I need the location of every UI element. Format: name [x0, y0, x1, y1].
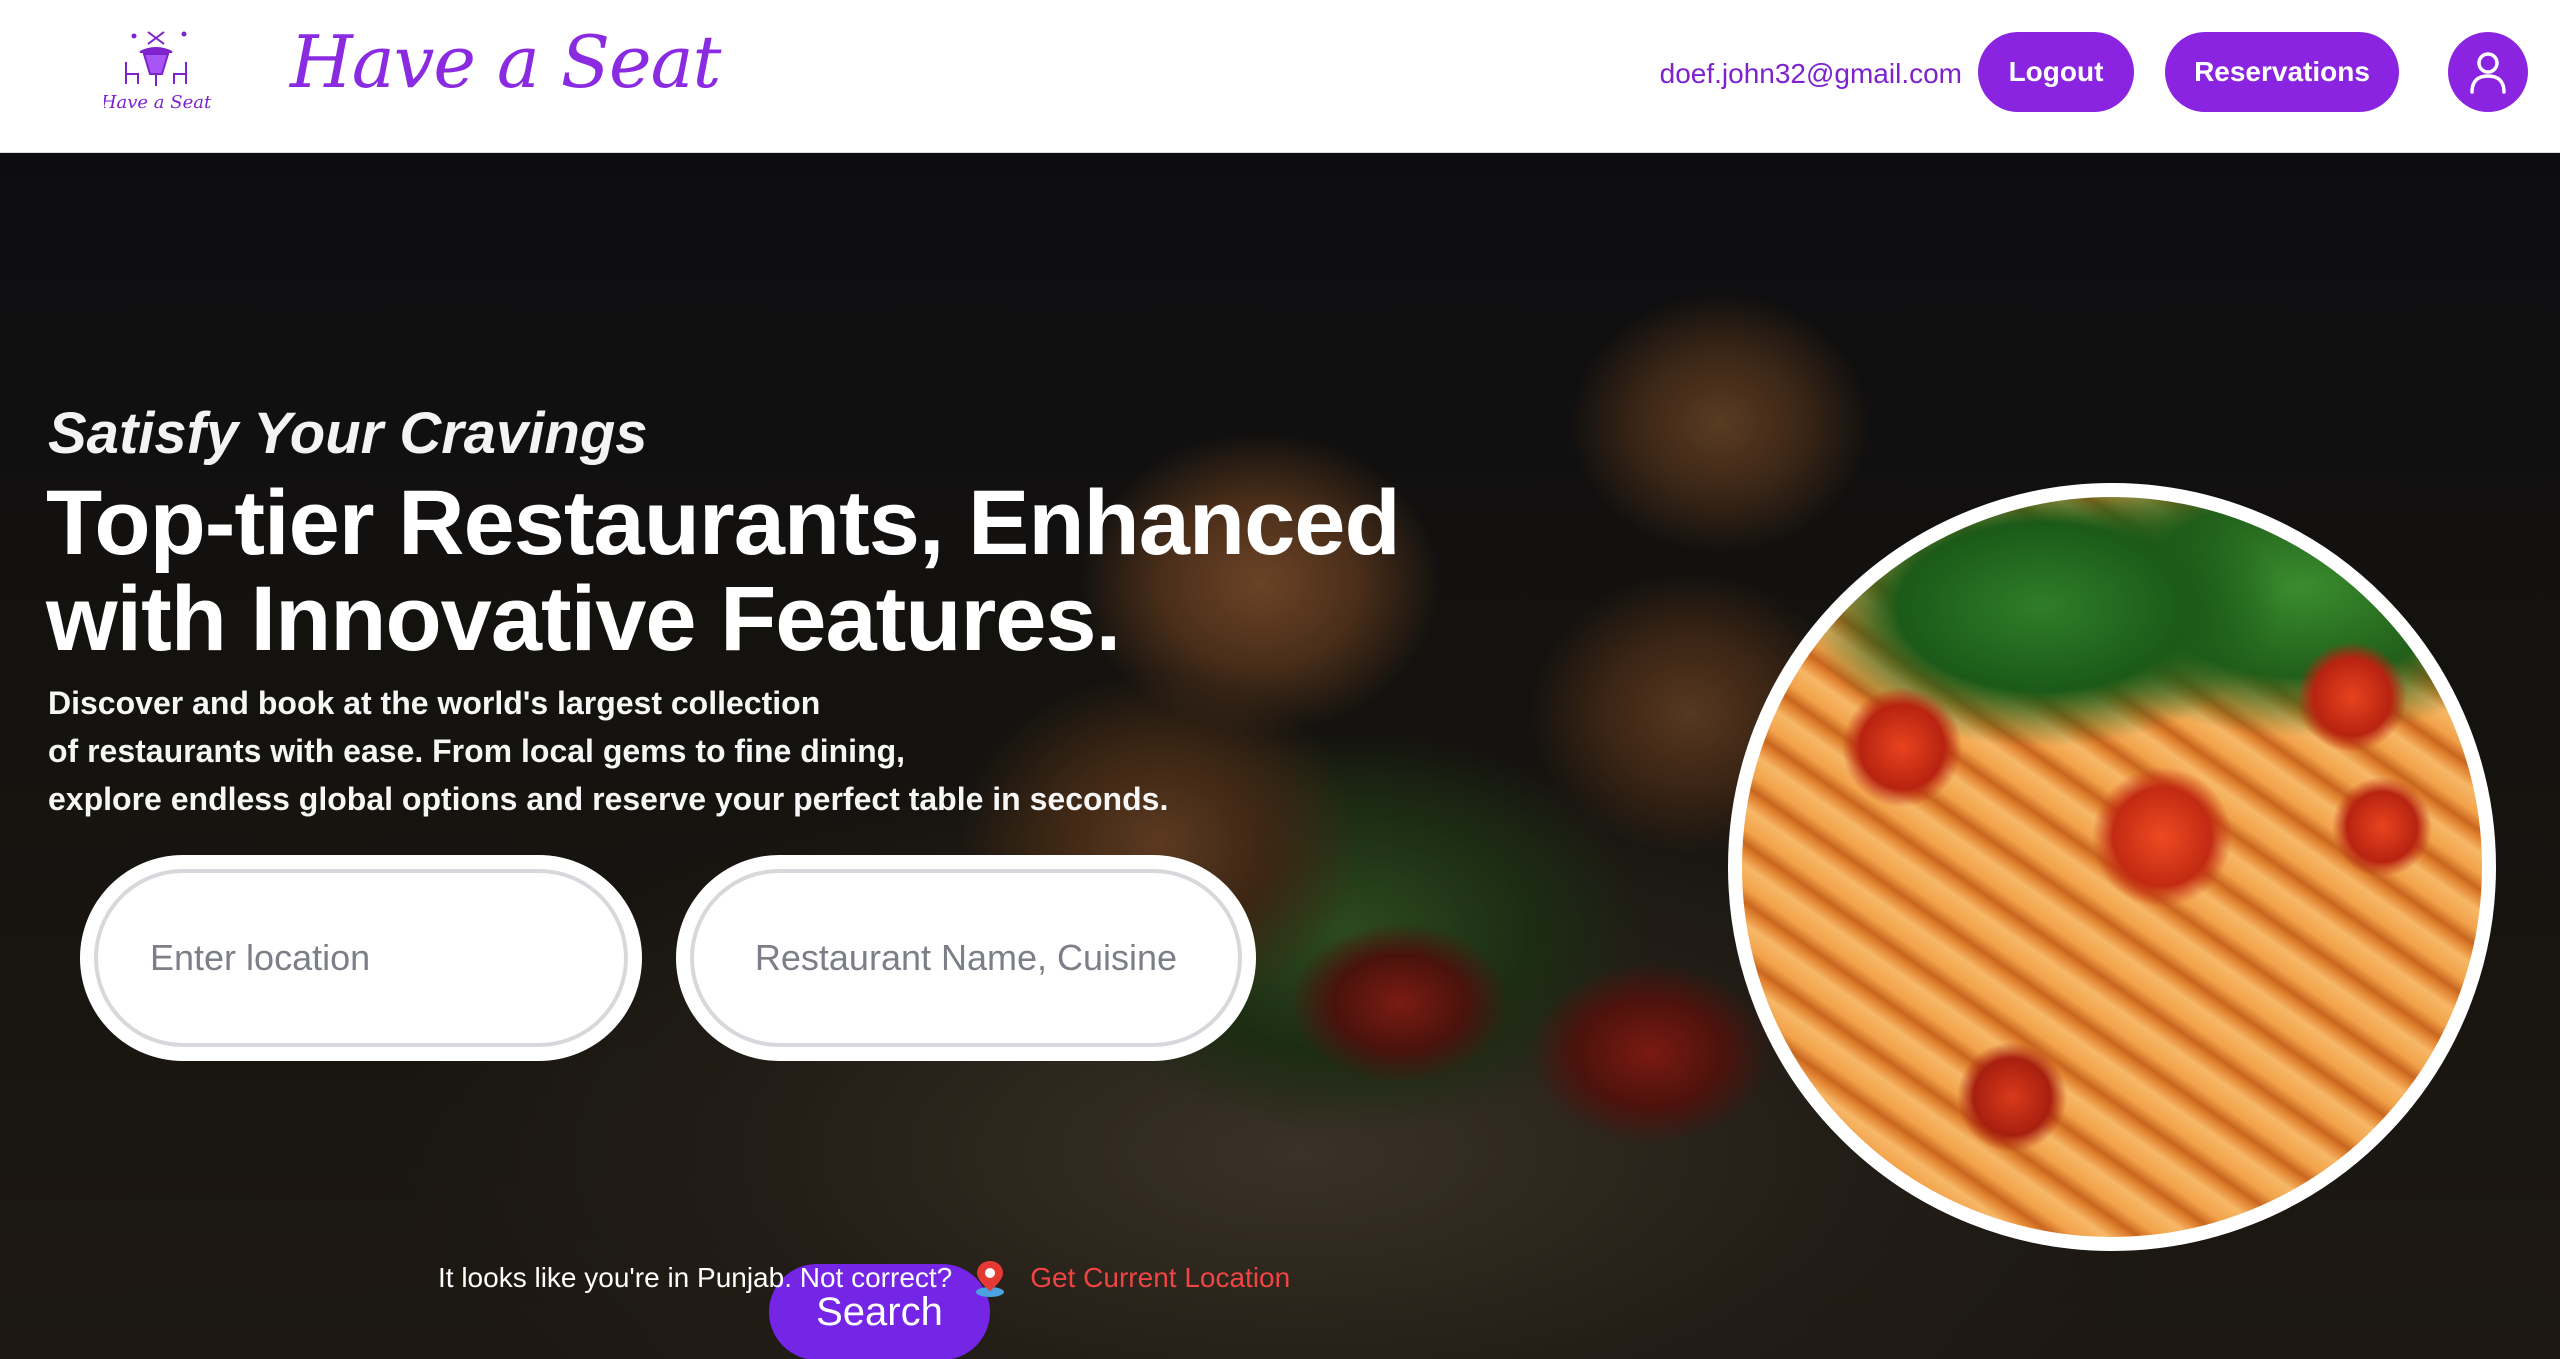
logo-icon: Have a Seat: [100, 31, 212, 113]
featured-dish-image: [1728, 483, 2496, 1251]
hero-description-line-1: Discover and book at the world's largest…: [48, 685, 821, 721]
brand-name[interactable]: Have a Seat: [290, 20, 721, 104]
map-pin-icon: [976, 1261, 1005, 1297]
user-icon: [2470, 52, 2506, 94]
logout-button[interactable]: Logout: [1978, 32, 2134, 112]
restaurant-field-border: [690, 869, 1242, 1047]
hero-tagline: Satisfy Your Cravings: [48, 401, 648, 466]
svg-text:Have a Seat: Have a Seat: [104, 92, 212, 113]
reservations-button[interactable]: Reservations: [2165, 32, 2399, 112]
location-field: [80, 855, 642, 1061]
get-current-location-link[interactable]: Get Current Location: [1030, 1262, 1290, 1294]
location-hint-row: It looks like you're in Punjab. Not corr…: [438, 1248, 1290, 1308]
hero-description-line-3: explore endless global options and reser…: [48, 781, 1169, 817]
hero-title: Top-tier Restaurants, Enhanced with Inno…: [46, 475, 1546, 667]
profile-button[interactable]: [2448, 32, 2528, 112]
restaurant-search-input[interactable]: [694, 937, 1238, 979]
top-navbar: Have a Seat Have a Seat doef.john32@gmai…: [0, 0, 2560, 153]
user-email: doef.john32@gmail.com: [1659, 58, 1962, 89]
location-input[interactable]: [98, 936, 624, 980]
location-field-border: [94, 869, 628, 1047]
hero-description: Discover and book at the world's largest…: [48, 679, 1348, 823]
location-hint-text: It looks like you're in Punjab. Not corr…: [438, 1262, 953, 1293]
hero-title-line-1: Top-tier Restaurants, Enhanced: [46, 472, 1401, 574]
site-logo[interactable]: Have a Seat: [100, 22, 216, 118]
hero-section: Satisfy Your Cravings Top-tier Restauran…: [0, 153, 2560, 1359]
hero-description-line-2: of restaurants with ease. From local gem…: [48, 733, 906, 769]
hero-title-line-2: with Innovative Features.: [46, 568, 1121, 670]
restaurant-field: [676, 855, 1256, 1061]
